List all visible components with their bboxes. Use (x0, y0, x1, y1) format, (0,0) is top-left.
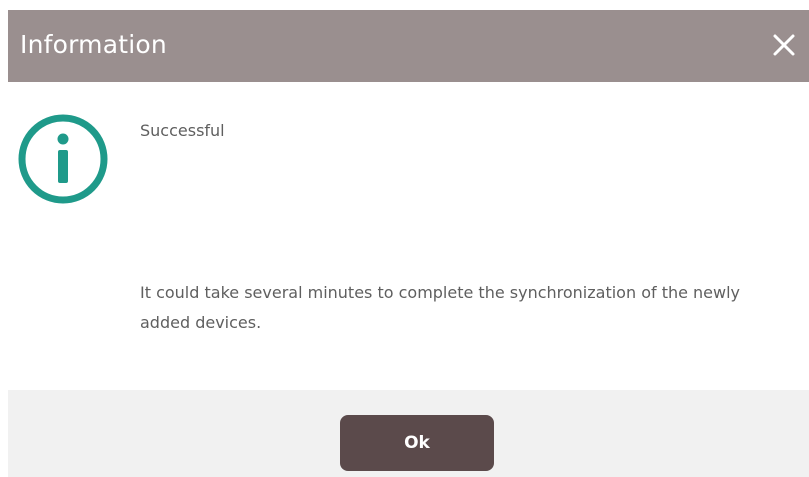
top-strip (0, 0, 809, 10)
info-icon (18, 114, 108, 204)
dialog-footer: Ok (8, 390, 809, 477)
close-button[interactable] (767, 28, 801, 62)
status-text: Successful (140, 121, 225, 140)
close-icon (773, 34, 795, 56)
message-text: It could take several minutes to complet… (140, 283, 741, 332)
information-dialog: Information Successful It could take sev… (0, 10, 809, 477)
dialog-titlebar: Information (8, 10, 809, 82)
dialog-title: Information (20, 30, 167, 59)
dialog-body: Successful It could take several minutes… (0, 82, 809, 390)
ok-button[interactable]: Ok (340, 415, 494, 471)
